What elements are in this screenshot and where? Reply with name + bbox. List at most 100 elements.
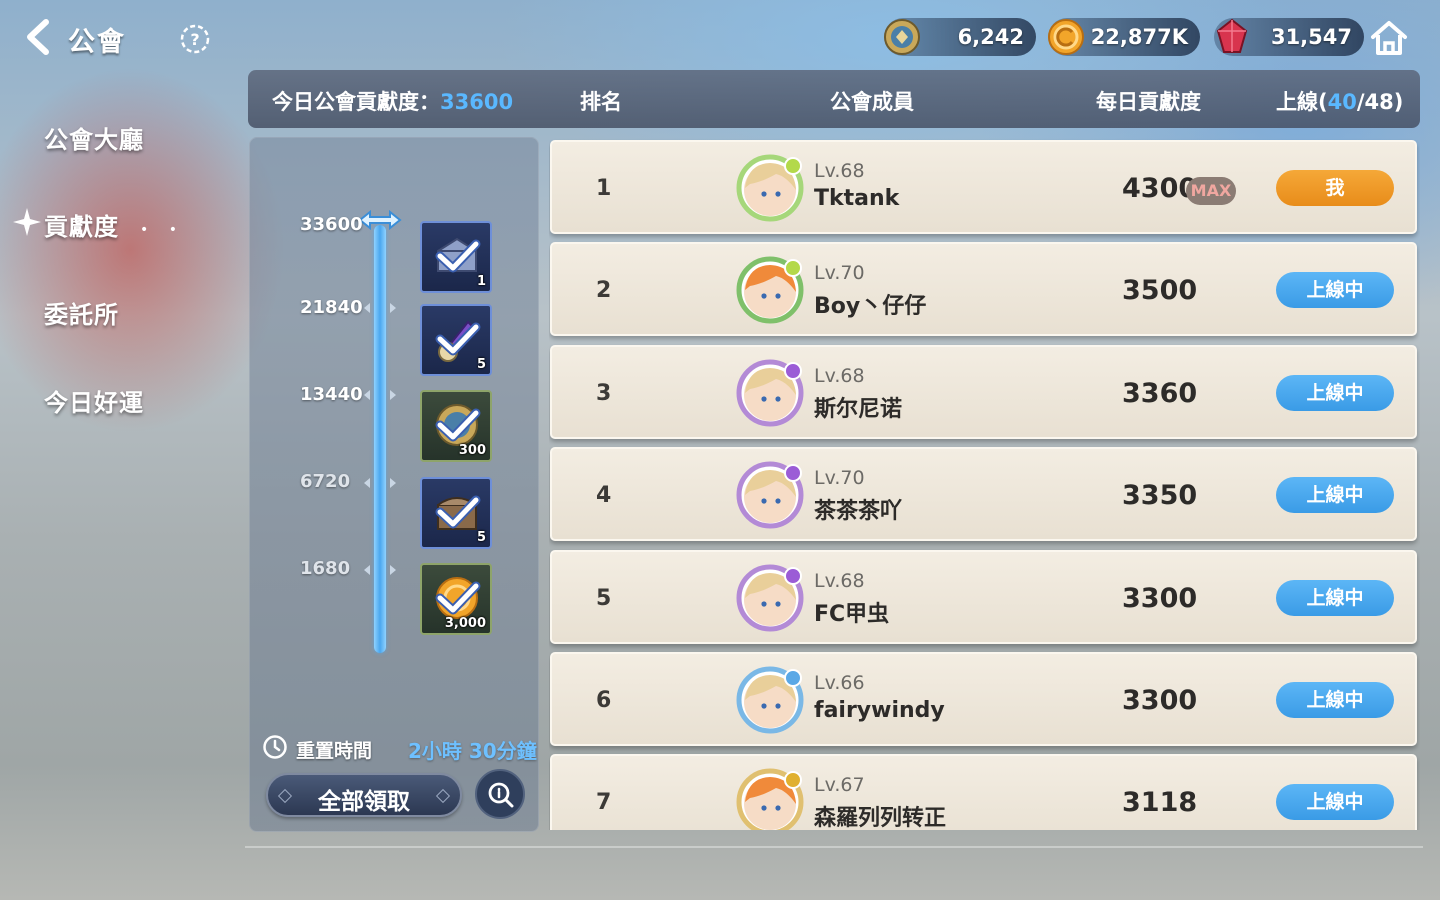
member-contribution: 3300: [1122, 685, 1198, 716]
nav-daily-luck[interactable]: 今日好運: [44, 383, 144, 418]
member-name: 茶茶茶吖: [814, 499, 903, 525]
gem-value: 31,547: [1270, 25, 1352, 49]
clock-icon: [263, 735, 287, 759]
gold-value: 22,877K: [1090, 25, 1188, 49]
reward-purple-scroll[interactable]: 5: [420, 304, 492, 376]
member-row[interactable]: 2 Lv.70 Boy丶仔仔 3500 上線中: [550, 242, 1417, 337]
claimed-check-icon: [435, 239, 481, 273]
today-contribution: 今日公會貢獻度：33600: [272, 90, 514, 114]
gold-counter: 22,877K: [1048, 18, 1200, 56]
gold-coin-icon: [1048, 19, 1084, 55]
red-gem-icon: [1216, 18, 1248, 53]
progress-marker-icon: [358, 209, 402, 231]
today-contribution-value: 33600: [440, 90, 514, 114]
online-status-badge: 上線中: [1276, 579, 1394, 616]
back-arrow-icon[interactable]: [22, 18, 58, 56]
milestone-marker-icon: [364, 478, 396, 488]
member-name: 斯尔尼诺: [814, 396, 903, 422]
member-row[interactable]: 3 Lv.68 斯尔尼诺 3360 上線中: [550, 344, 1417, 439]
page-title: 公會: [68, 27, 126, 58]
member-avatar-icon[interactable]: [736, 154, 804, 222]
member-rank: 5: [596, 585, 612, 611]
reward-crystal-chest[interactable]: 1: [420, 221, 492, 293]
online-status-badge: 上線中: [1276, 784, 1394, 821]
member-avatar-icon[interactable]: [736, 256, 804, 324]
magnifier-icon: [488, 782, 514, 808]
member-level: Lv.68: [814, 364, 865, 387]
gem-counter: 31,547: [1214, 18, 1364, 56]
self-badge: 我: [1276, 170, 1394, 206]
col-daily-contribution: 每日貢獻度: [1096, 90, 1201, 114]
guild-token-counter: 6,242: [884, 18, 1036, 56]
member-name: fairywindy: [814, 698, 945, 723]
home-icon[interactable]: [1368, 18, 1410, 58]
milestone-marker-icon: [364, 565, 396, 575]
divider: [245, 846, 1423, 848]
reset-time-label: 重置時間: [296, 740, 373, 762]
reward-guild-token[interactable]: 300: [420, 390, 492, 462]
member-avatar-icon[interactable]: [736, 564, 804, 632]
member-rank: 6: [596, 688, 612, 713]
member-row[interactable]: 1 Lv.68 Tktank 4300 MAX 我: [550, 140, 1417, 234]
milestone-label: 21840: [300, 297, 363, 318]
member-name: FC甲虫: [814, 601, 890, 627]
guild-token-icon: [884, 19, 920, 55]
milestone-label: 13440: [300, 384, 363, 405]
member-contribution: 3300: [1122, 582, 1198, 614]
milestone-label: 1680: [300, 558, 351, 579]
nav-contribution[interactable]: 貢獻度: [44, 207, 119, 242]
reward-count: 5: [476, 357, 486, 372]
reward-gold[interactable]: 3,000: [420, 563, 492, 635]
member-row[interactable]: 6 Lv.66 fairywindy 3300 上線中: [550, 652, 1417, 746]
member-rank: 2: [596, 278, 612, 304]
member-list[interactable]: 1 Lv.68 Tktank 4300 MAX 我 2 Lv.70 Boy丶仔仔 3500 上線中 3…: [549, 138, 1420, 830]
milestone-label: 6720: [300, 471, 351, 492]
member-level: Lv.66: [814, 672, 865, 694]
online-status-badge: 上線中: [1276, 272, 1394, 309]
reward-count: 5: [476, 530, 486, 545]
milestone-marker-icon: [364, 303, 396, 313]
member-level: Lv.68: [814, 569, 865, 592]
member-name: Boy丶仔仔: [814, 294, 927, 320]
reset-time-value: 2小時 30分鐘: [408, 739, 537, 763]
active-dots: • •: [140, 222, 185, 238]
reward-count: 1: [476, 274, 486, 289]
member-rank: 3: [596, 380, 612, 406]
member-row[interactable]: 4 Lv.70 茶茶茶吖 3350 上線中: [550, 447, 1417, 542]
member-rank: 7: [596, 790, 612, 816]
svg-text:?: ?: [190, 30, 199, 49]
online-status-badge: 上線中: [1276, 477, 1394, 514]
member-rank: 1: [596, 176, 612, 201]
help-icon[interactable]: ?: [178, 22, 212, 56]
active-sparkle-icon: [13, 208, 41, 236]
nav-guild-hall[interactable]: 公會大廳: [44, 120, 144, 155]
nav-commission[interactable]: 委託所: [44, 295, 119, 330]
member-avatar-icon[interactable]: [736, 768, 804, 830]
member-row[interactable]: 5 Lv.68 FC甲虫 3300 上線中: [550, 549, 1417, 644]
reward-count: 300: [458, 443, 486, 458]
reward-count: 3,000: [444, 616, 486, 631]
member-avatar-icon[interactable]: [736, 359, 804, 427]
member-contribution: 3360: [1122, 377, 1198, 409]
contribution-progress-track: [374, 225, 386, 653]
member-avatar-icon[interactable]: [736, 461, 804, 529]
member-name: Tktank: [814, 186, 900, 211]
reward-treasure-chest[interactable]: 5: [420, 477, 492, 549]
claim-all-button[interactable]: 全部領取: [266, 773, 462, 817]
member-contribution: 3118: [1122, 787, 1198, 819]
info-search-button[interactable]: [475, 769, 525, 819]
member-rank: 4: [596, 483, 612, 509]
member-level: Lv.68: [814, 160, 865, 182]
col-rank: 排名: [580, 90, 622, 114]
milestone-label: 33600: [300, 214, 363, 235]
claimed-check-icon: [435, 495, 481, 529]
milestone-marker-icon: [364, 390, 396, 400]
claimed-check-icon: [435, 581, 481, 615]
online-status-badge: 上線中: [1276, 374, 1394, 411]
guild-token-value: 6,242: [957, 25, 1024, 49]
member-row[interactable]: 7 Lv.67 森羅列列转正 3118 上線中: [550, 754, 1417, 830]
member-level: Lv.70: [814, 262, 865, 285]
member-avatar-icon[interactable]: [736, 666, 804, 734]
col-member: 公會成員: [830, 90, 914, 114]
member-contribution: 3350: [1122, 480, 1198, 512]
